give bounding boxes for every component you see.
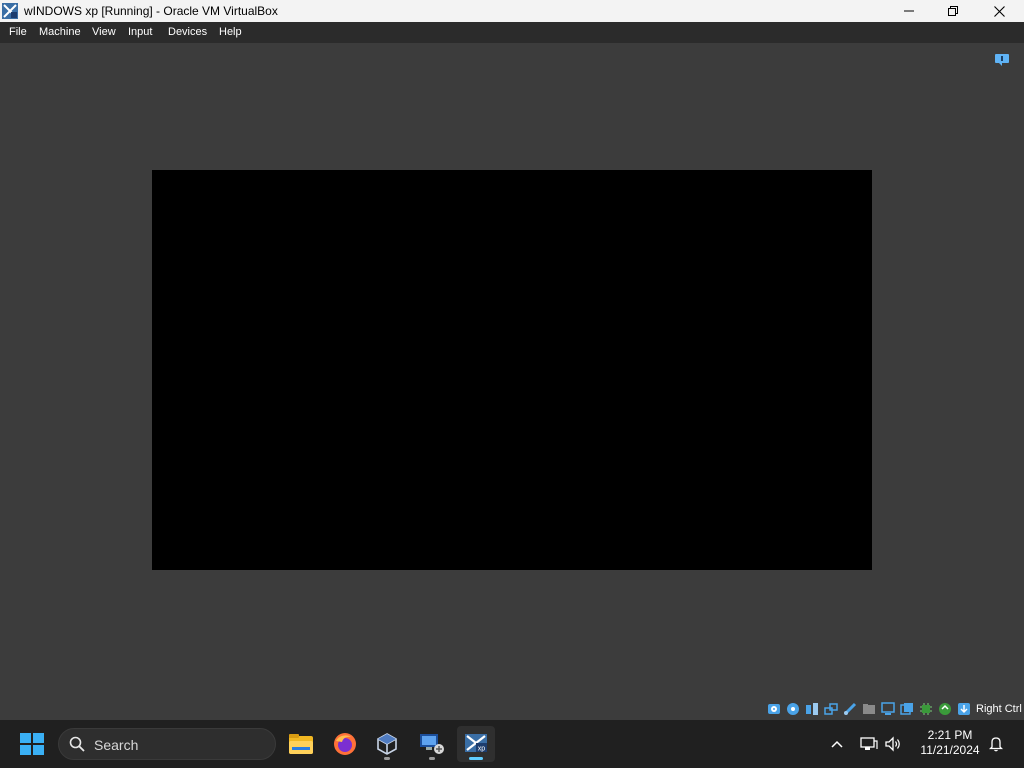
optical-drive-icon[interactable]: [785, 701, 801, 717]
shared-folders-icon[interactable]: [861, 701, 877, 717]
display-icon[interactable]: [880, 701, 896, 717]
notification-center-button[interactable]: [989, 720, 1003, 768]
hard-disk-icon[interactable]: [766, 701, 782, 717]
active-indicator: [469, 757, 483, 760]
cpu-icon[interactable]: [918, 701, 934, 717]
recording-icon[interactable]: [899, 701, 915, 717]
chevron-up-icon: [831, 740, 843, 748]
menu-machine[interactable]: Machine: [39, 26, 81, 38]
mouse-integration-icon[interactable]: [937, 701, 953, 717]
network-icon[interactable]: [823, 701, 839, 717]
windows-xp-vm-icon: xp: [465, 734, 487, 753]
windows-logo-icon: [20, 733, 44, 755]
window-title: wINDOWS xp [Running] - Oracle VM Virtual…: [24, 4, 278, 18]
menu-input[interactable]: Input: [128, 26, 152, 38]
virtualbox-icon: [377, 733, 397, 755]
audio-icon[interactable]: [804, 701, 820, 717]
taskbar: Search xp 2:21 PM 11/21/2024: [0, 720, 1024, 768]
notification-message-icon[interactable]: [994, 53, 1010, 67]
close-icon: [993, 5, 1005, 17]
restore-icon: [948, 6, 958, 16]
bell-icon: [989, 737, 1003, 752]
speaker-icon: [885, 736, 900, 752]
menu-file[interactable]: File: [9, 26, 27, 38]
keyboard-icon[interactable]: [956, 701, 972, 717]
close-button[interactable]: [976, 0, 1022, 22]
menu-view[interactable]: View: [92, 26, 116, 38]
show-hidden-icons-button[interactable]: [830, 720, 844, 768]
file-explorer-icon: [289, 734, 313, 754]
volume-button[interactable]: [884, 720, 902, 768]
minimize-icon: [904, 10, 914, 12]
search-placeholder: Search: [94, 737, 139, 753]
network-status-button[interactable]: [860, 720, 878, 768]
clock-time: 2:21 PM: [927, 728, 973, 742]
virtualbox-vm-icon: [2, 3, 18, 19]
clock-date: 11/21/2024: [920, 743, 980, 757]
usb-icon[interactable]: [842, 701, 858, 717]
network-wired-icon: [860, 737, 878, 750]
running-indicator: [384, 757, 390, 760]
menu-help[interactable]: Help: [219, 26, 242, 38]
taskbar-app-firefox[interactable]: [326, 726, 364, 762]
taskbar-search-box[interactable]: Search: [58, 728, 276, 760]
taskbar-app-virtualbox[interactable]: [368, 726, 406, 762]
start-button[interactable]: [20, 733, 44, 755]
remote-desktop-icon: [420, 734, 444, 754]
search-icon: [69, 736, 85, 752]
host-key-label[interactable]: Right Ctrl: [976, 703, 1022, 715]
taskbar-app-file-explorer[interactable]: [282, 726, 320, 762]
minimize-button[interactable]: [886, 0, 932, 22]
restore-button[interactable]: [930, 0, 976, 22]
taskbar-app-windows-xp-vm[interactable]: xp: [457, 726, 495, 762]
taskbar-clock[interactable]: 2:21 PM 11/21/2024: [912, 728, 988, 758]
menu-devices[interactable]: Devices: [168, 26, 207, 38]
running-indicator: [429, 757, 435, 760]
vm-display-area[interactable]: Right Ctrl: [0, 43, 1024, 719]
taskbar-app-remote-desktop[interactable]: [413, 726, 451, 762]
svg-text:xp: xp: [478, 746, 486, 753]
menu-bar: File Machine View Input Devices Help: [0, 22, 1024, 43]
vm-status-bar: Right Ctrl: [766, 700, 1022, 718]
firefox-icon: [334, 733, 356, 755]
vm-screen[interactable]: [152, 170, 872, 570]
title-bar[interactable]: wINDOWS xp [Running] - Oracle VM Virtual…: [0, 0, 1024, 22]
